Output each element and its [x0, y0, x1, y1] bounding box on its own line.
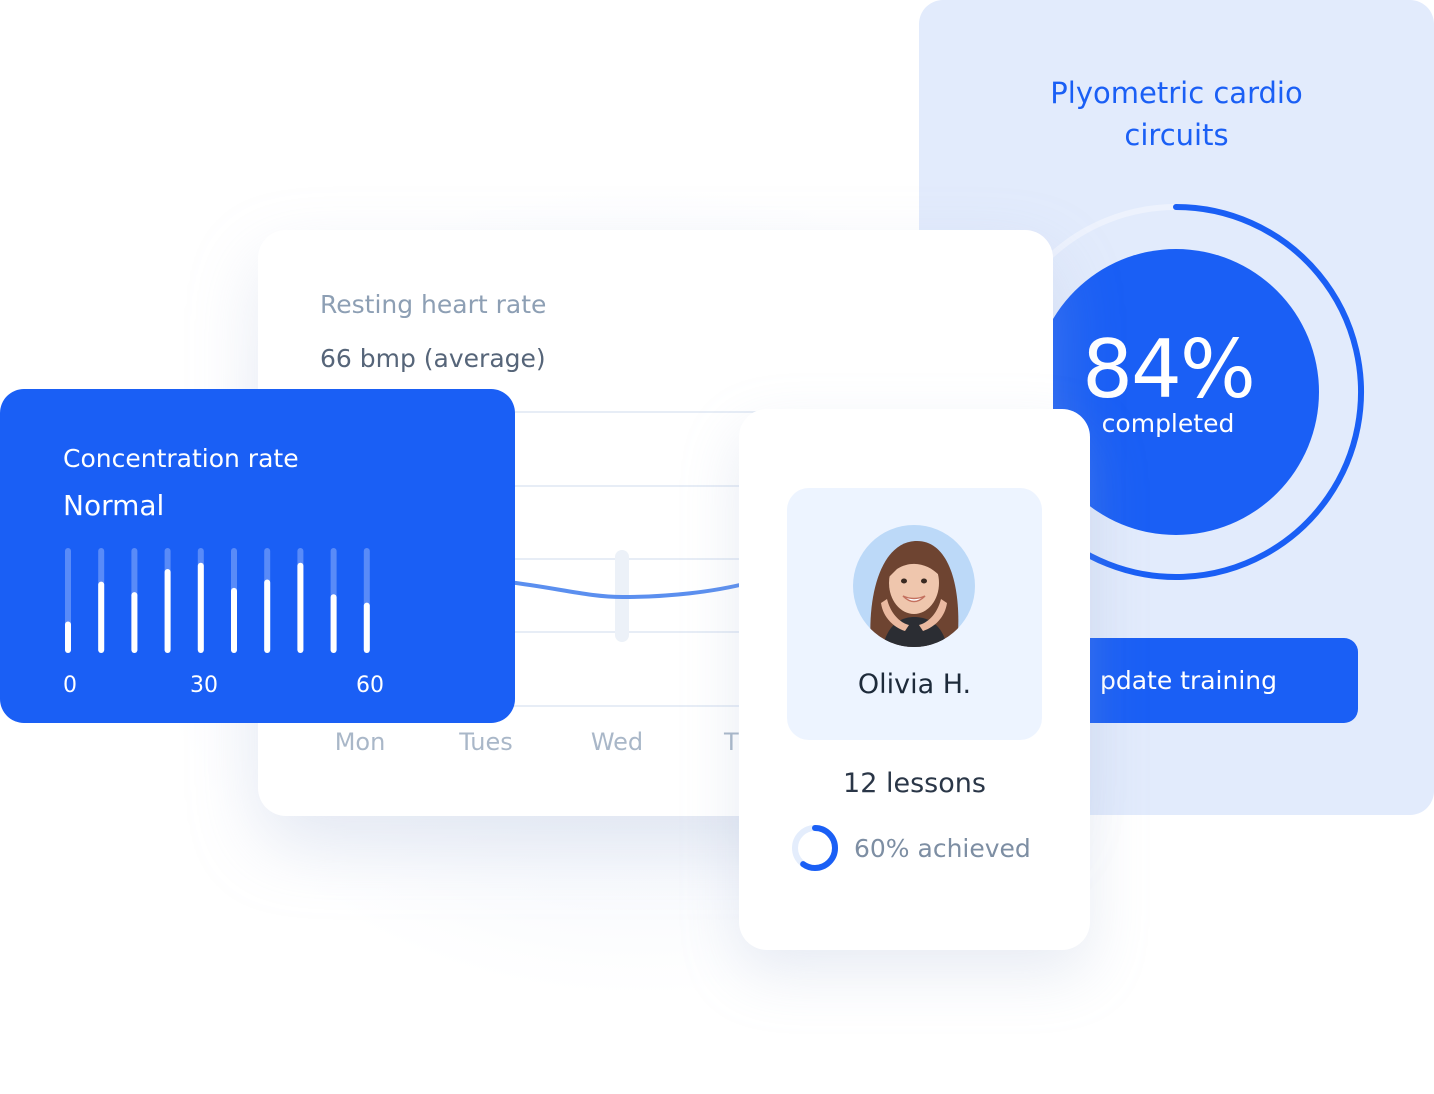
- day-label: T: [723, 728, 739, 756]
- concentration-bar: [98, 581, 105, 653]
- concentration-bar: [131, 592, 138, 653]
- concentration-bar: [330, 594, 337, 653]
- lessons-count: 12 lessons: [843, 768, 986, 799]
- concentration-bar: [65, 621, 71, 653]
- tick-label: 60: [356, 673, 384, 698]
- concentration-bars: 0 30 60: [63, 548, 384, 698]
- concentration-card: Concentration rate Normal 0 30 60: [0, 389, 515, 723]
- concentration-bar: [231, 587, 237, 653]
- concentration-bar: [297, 562, 304, 653]
- profile-name: Olivia H.: [857, 669, 972, 700]
- completion-percent: 84%: [1082, 323, 1256, 416]
- completion-readout: 84% completed: [1068, 327, 1268, 439]
- concentration-bar: [264, 579, 271, 653]
- achievement-ring: [792, 825, 838, 871]
- achievement-text: 60% achieved: [854, 834, 1031, 863]
- profile-card[interactable]: Olivia H. 12 lessons 60% achieved: [739, 409, 1090, 950]
- day-label: Tues: [458, 728, 513, 756]
- tick-label: 0: [63, 673, 77, 698]
- concentration-bar: [197, 562, 204, 653]
- profile-panel: Olivia H.: [787, 488, 1042, 740]
- update-training-label: pdate training: [1099, 666, 1278, 695]
- concentration-bar: [164, 569, 171, 653]
- concentration-bar: [363, 602, 370, 653]
- day-label: Wed: [591, 728, 643, 756]
- avatar: [853, 525, 975, 647]
- day-label: Mon: [335, 728, 386, 756]
- tick-label: 30: [190, 673, 218, 698]
